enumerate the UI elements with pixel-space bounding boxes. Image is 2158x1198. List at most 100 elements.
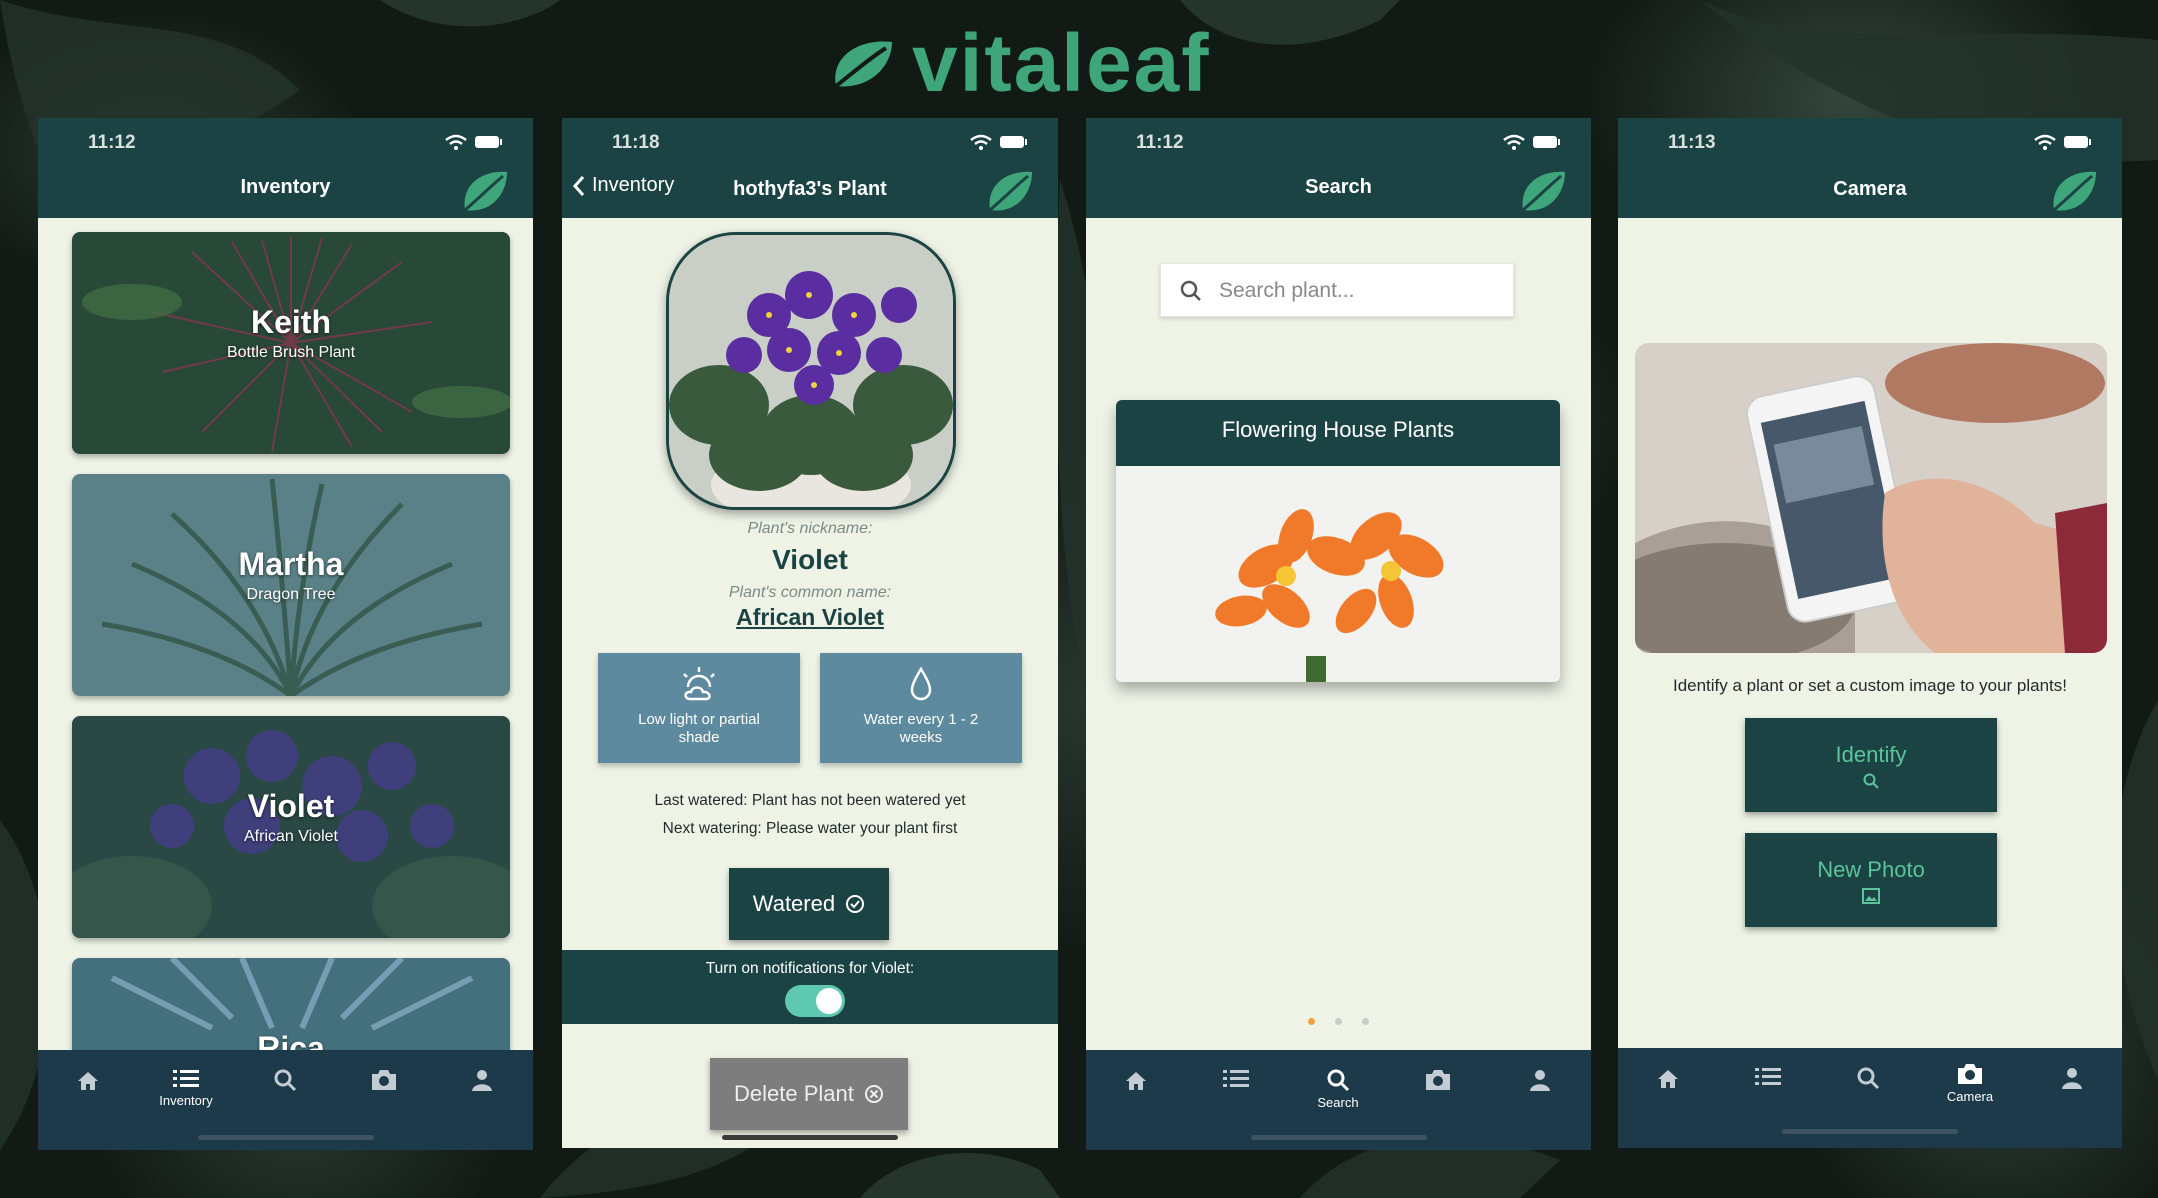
- next-watering-text: Next watering: Please water your plant f…: [662, 820, 958, 837]
- tab-profile[interactable]: [1500, 1068, 1580, 1092]
- tab-camera[interactable]: [344, 1068, 424, 1092]
- status-icons: [1503, 134, 1561, 150]
- violet-photo: [669, 235, 953, 507]
- light-info-card: Low light or partial shade: [598, 653, 800, 763]
- wifi-icon: [970, 134, 992, 150]
- plant-card-keith[interactable]: Keith Bottle Brush Plant: [72, 232, 510, 454]
- watered-button[interactable]: Watered: [729, 868, 889, 940]
- common-name-link[interactable]: African Violet: [562, 604, 1058, 631]
- category-photo: [1116, 466, 1560, 682]
- tab-label: Search: [1317, 1095, 1359, 1110]
- plant-nickname: Keith: [251, 304, 331, 340]
- notifications-toggle[interactable]: [785, 985, 845, 1017]
- battery-icon: [1000, 136, 1027, 148]
- page-dot[interactable]: [1362, 1018, 1369, 1025]
- notifications-label: Turn on notifications for Violet:: [705, 960, 915, 977]
- user-icon: [472, 1070, 492, 1091]
- list-icon: [173, 1070, 199, 1087]
- search-screen: 11:12 Search Flowering House Plants: [1086, 118, 1591, 1150]
- tab-profile[interactable]: [2032, 1066, 2112, 1090]
- tab-bar: Camera: [1618, 1048, 2122, 1148]
- camera-screen: 11:13 Camera Identify a plant or set a c…: [1618, 118, 2122, 1148]
- tab-search[interactable]: [245, 1068, 325, 1092]
- identify-button-label: Identify: [1835, 742, 1907, 767]
- plant-card-violet[interactable]: Violet African Violet: [72, 716, 510, 938]
- tab-inventory[interactable]: Inventory: [146, 1068, 226, 1108]
- camera-caption: Identify a plant or set a custom image t…: [1672, 676, 2068, 695]
- status-icons: [445, 134, 503, 150]
- plant-photo[interactable]: [666, 232, 956, 510]
- light-info-text: Low light or partial shade: [638, 711, 760, 746]
- camera-hero-photo: [1635, 343, 2107, 653]
- search-bar[interactable]: [1160, 263, 1514, 317]
- camera-icon: [372, 1070, 396, 1090]
- page-title: Search: [1305, 176, 1372, 198]
- last-watered-text: Last watered: Plant has not been watered…: [654, 792, 966, 809]
- status-icons: [970, 134, 1028, 150]
- home-indicator: [1782, 1129, 1958, 1134]
- tab-bar: Inventory: [38, 1050, 533, 1150]
- notifications-bar: Turn on notifications for Violet:: [562, 950, 1058, 1024]
- home-icon: [1126, 1072, 1146, 1090]
- plant-nickname: Violet: [247, 788, 335, 824]
- category-card[interactable]: Flowering House Plants: [1116, 400, 1560, 682]
- common-name-label: Plant's common name:: [728, 584, 892, 601]
- tab-inventory[interactable]: [1196, 1068, 1276, 1090]
- tab-camera[interactable]: Camera: [1930, 1062, 2010, 1104]
- home-indicator: [722, 1135, 898, 1140]
- close-circle-icon: [864, 1085, 883, 1103]
- image-icon: [1862, 888, 1880, 904]
- leaf-logo-icon: [834, 41, 892, 88]
- status-time: 11:13: [1668, 132, 1716, 153]
- tab-bar: Search: [1086, 1050, 1591, 1150]
- status-time: 11:12: [1136, 132, 1184, 153]
- search-icon: [274, 1069, 297, 1092]
- page-dot[interactable]: [1308, 1018, 1315, 1025]
- header: 11:13 Camera: [1618, 118, 2122, 218]
- tab-home[interactable]: [1096, 1068, 1176, 1094]
- header: 11:12 Search: [1086, 118, 1591, 218]
- brand-name: vitaleaf: [912, 18, 1211, 109]
- user-icon: [2062, 1068, 2082, 1089]
- tab-search[interactable]: [1828, 1066, 1908, 1090]
- plant-type: Bottle Brush Plant: [226, 344, 356, 361]
- home-indicator: [197, 1135, 374, 1140]
- category-title: Flowering House Plants: [1116, 400, 1560, 466]
- plant-nickname: Violet: [772, 544, 848, 575]
- status-time: 11:18: [612, 132, 660, 153]
- plant-photo: [72, 232, 510, 454]
- tab-camera[interactable]: [1398, 1068, 1478, 1092]
- new-photo-button[interactable]: New Photo: [1745, 833, 1997, 927]
- home-icon: [1658, 1070, 1678, 1088]
- tab-home[interactable]: [1628, 1066, 1708, 1092]
- delete-plant-button[interactable]: Delete Plant: [710, 1058, 908, 1130]
- tab-search[interactable]: Search: [1298, 1068, 1378, 1110]
- plant-type: African Violet: [244, 828, 338, 845]
- brand-logo: vitaleaf: [830, 18, 1211, 109]
- page-title: Camera: [1833, 178, 1907, 200]
- search-input[interactable]: [1219, 274, 1489, 308]
- page-indicator: [1086, 1012, 1591, 1030]
- tab-inventory[interactable]: [1728, 1066, 1808, 1088]
- battery-icon: [1533, 136, 1560, 148]
- identify-button[interactable]: Identify: [1745, 718, 1997, 812]
- inventory-screen: 11:12 Inventory Keith Bottle Brush Plant…: [38, 118, 533, 1150]
- search-icon: [1327, 1069, 1350, 1092]
- water-info-text: Water every 1 - 2 weeks: [863, 711, 979, 746]
- search-icon: [1180, 280, 1201, 301]
- water-drop-icon: [910, 666, 932, 701]
- plant-type: Dragon Tree: [246, 586, 336, 603]
- tab-profile[interactable]: [442, 1068, 522, 1092]
- tab-home[interactable]: [48, 1068, 128, 1094]
- header: 11:12 Inventory: [38, 118, 533, 218]
- check-circle-icon: [846, 895, 865, 913]
- toggle-knob: [816, 988, 842, 1014]
- list-icon: [1755, 1068, 1781, 1085]
- watered-button-label: Watered: [752, 891, 836, 916]
- page-dot[interactable]: [1335, 1018, 1342, 1025]
- phone-in-hand-photo: [1635, 343, 2107, 653]
- leaf-icon: [989, 171, 1032, 212]
- header: 11:18 Inventory hothyfa3's Plant: [562, 118, 1058, 218]
- user-icon: [1530, 1070, 1550, 1091]
- plant-card-martha[interactable]: Martha Dragon Tree: [72, 474, 510, 696]
